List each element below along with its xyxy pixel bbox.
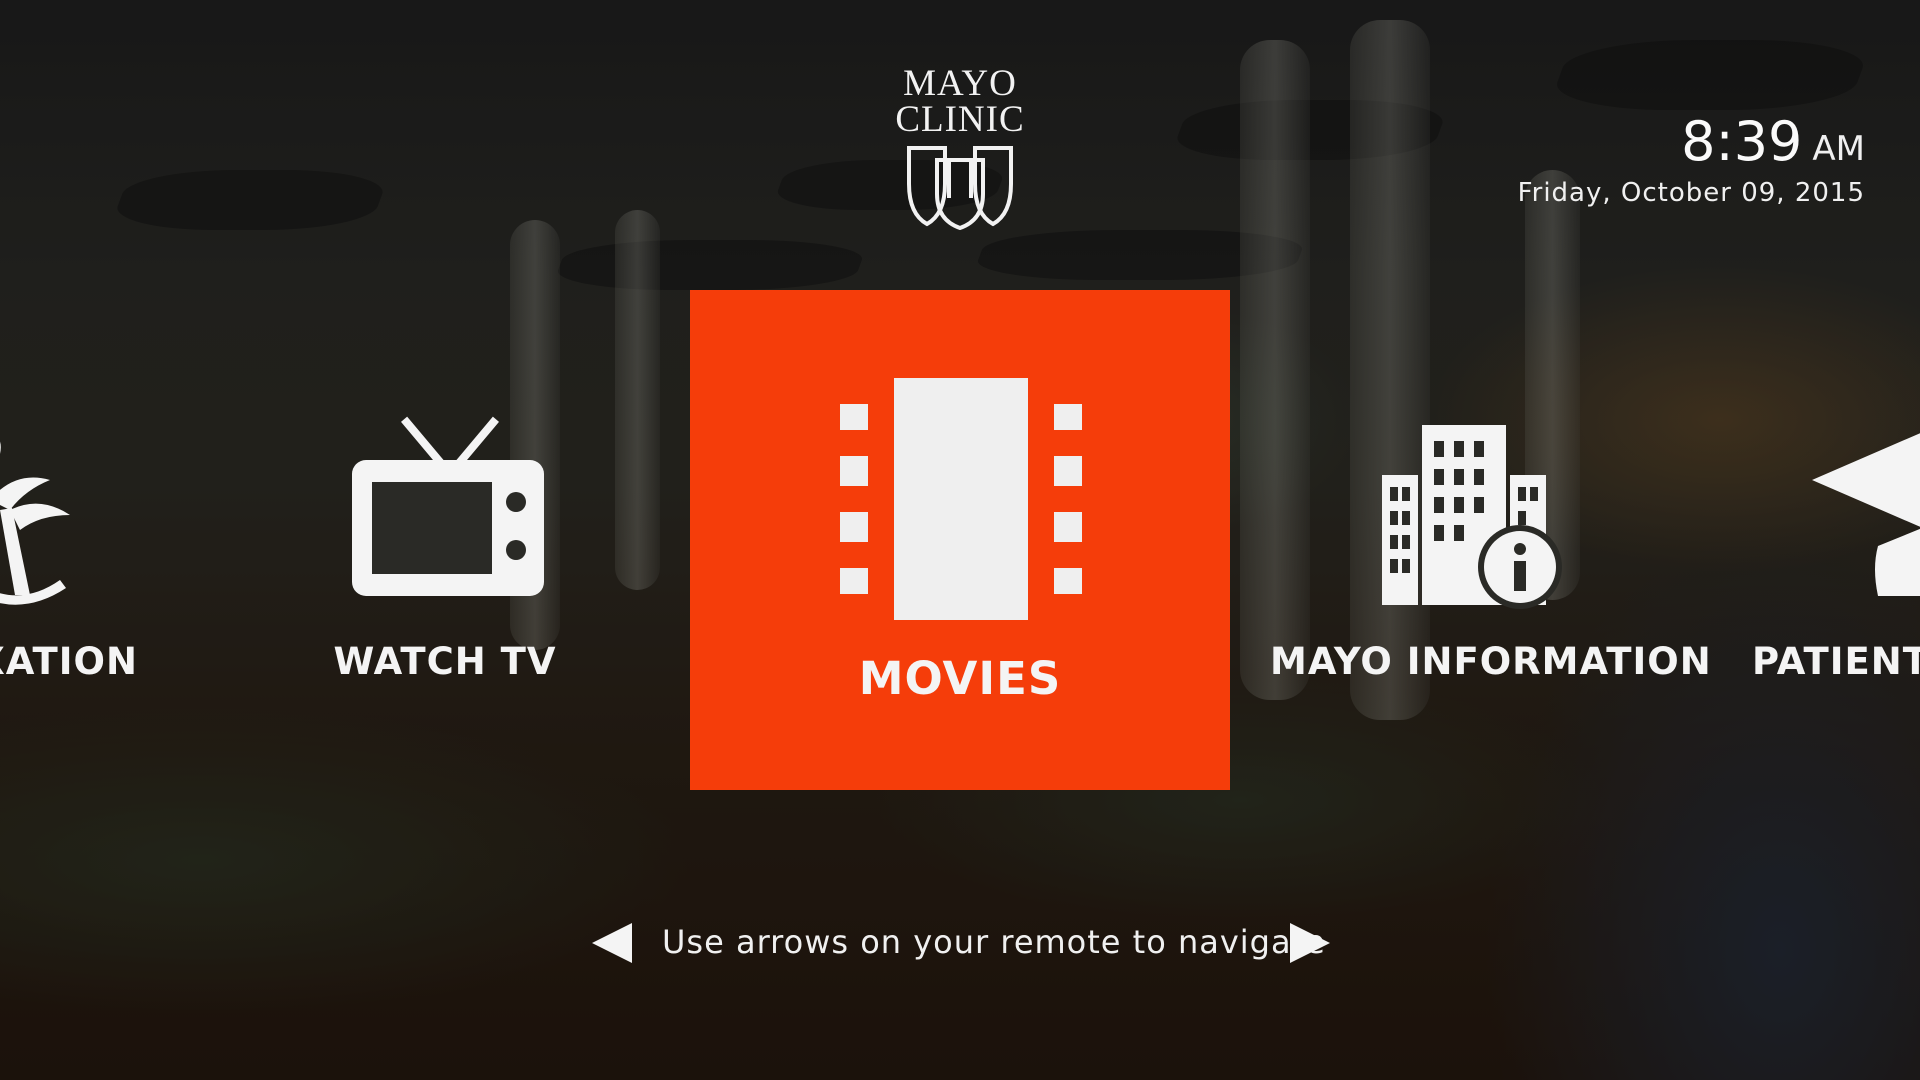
menu-item-patient-education[interactable]: PATIENT E bbox=[1740, 420, 1920, 700]
clock-time: 8:39 bbox=[1681, 110, 1803, 173]
tv-icon bbox=[352, 416, 544, 596]
arrow-right-icon[interactable] bbox=[1290, 923, 1330, 963]
graduation-cap-icon bbox=[1812, 433, 1920, 596]
mayo-clinic-logo: MAYO CLINIC bbox=[870, 63, 1050, 230]
building-info-icon bbox=[1382, 425, 1562, 609]
clock: 8:39 AM Friday, October 09, 2015 bbox=[1517, 110, 1865, 209]
palm-tree-music-icon bbox=[0, 441, 70, 605]
menu-item-label: WATCH TV bbox=[333, 640, 557, 683]
navigation-hint: Use arrows on your remote to navigate bbox=[590, 915, 1330, 965]
menu-item-label: MAYO INFORMATION bbox=[1270, 640, 1712, 683]
navigation-hint-text: Use arrows on your remote to navigate bbox=[662, 923, 1326, 961]
arrow-left-icon[interactable] bbox=[592, 923, 632, 963]
clock-ampm: AM bbox=[1812, 129, 1865, 169]
menu-item-mayo-information[interactable]: MAYO INFORMATION bbox=[1270, 420, 1712, 700]
menu-item-movies[interactable]: MOVIES bbox=[690, 290, 1230, 790]
clock-date: Friday, October 09, 2015 bbox=[1517, 178, 1865, 208]
logo-line-1: MAYO bbox=[903, 63, 1017, 104]
home-screen: MAYO CLINIC 8:39 AM Friday, October 09, 2… bbox=[0, 0, 1920, 1080]
menu-item-label: LAXATION bbox=[0, 640, 138, 683]
logo-line-2: CLINIC bbox=[895, 99, 1025, 140]
menu-item-watch-tv[interactable]: WATCH TV bbox=[320, 410, 570, 690]
film-strip-icon bbox=[840, 378, 1082, 620]
menu-item-label: PATIENT E bbox=[1752, 640, 1920, 683]
menu-item-relaxation[interactable]: LAXATION bbox=[0, 420, 200, 700]
shield-icon bbox=[907, 146, 1013, 230]
menu-item-label: MOVIES bbox=[858, 652, 1062, 705]
